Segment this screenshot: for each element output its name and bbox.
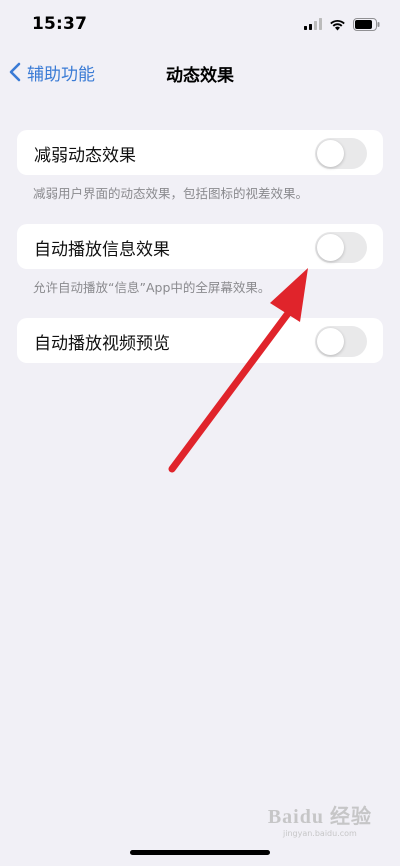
watermark-logo: Baidu 经验 jingyan.baidu.com [268, 800, 372, 838]
status-bar: 15:37 [0, 0, 400, 50]
row-label-auto-play-video-previews: 自动播放视频预览 [34, 334, 170, 354]
footer-reduce-motion: 减弱用户界面的动态效果，包括图标的视差效果。 [33, 186, 309, 201]
status-time: 15:37 [32, 14, 88, 34]
watermark-main: Baidu 经验 [267, 806, 372, 828]
home-indicator [130, 850, 270, 855]
row-label-auto-play-message-effects: 自动播放信息效果 [34, 240, 170, 260]
settings-row-auto-play-message-effects: 自动播放信息效果 [17, 224, 383, 269]
toggle-auto-play-video-previews[interactable] [315, 326, 367, 357]
toggle-reduce-motion[interactable] [315, 138, 367, 169]
cellular-signal-icon [304, 18, 322, 30]
battery-icon [353, 17, 380, 31]
navigation-bar: 辅助功能 动态效果 [0, 52, 400, 92]
page-title: 动态效果 [166, 66, 234, 86]
watermark-sub: jingyan.baidu.com [283, 829, 357, 838]
toggle-knob [317, 328, 344, 355]
status-icons [304, 15, 380, 33]
toggle-knob [317, 234, 344, 261]
toggle-auto-play-message-effects[interactable] [315, 232, 367, 263]
row-label-reduce-motion: 减弱动态效果 [34, 146, 136, 166]
settings-row-reduce-motion: 减弱动态效果 [17, 130, 383, 175]
settings-row-auto-play-video-previews: 自动播放视频预览 [17, 318, 383, 363]
wifi-icon [330, 19, 345, 30]
footer-auto-play-message-effects: 允许自动播放“信息”App中的全屏幕效果。 [33, 280, 271, 295]
toggle-knob [317, 140, 344, 167]
